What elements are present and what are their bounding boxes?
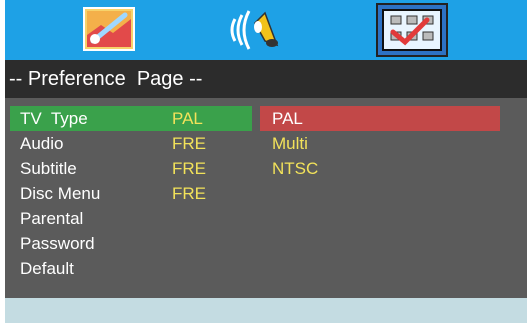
option-ntsc[interactable]: NTSC <box>260 156 500 181</box>
tv-type-options: PAL Multi NTSC <box>260 106 500 181</box>
menu-item-tv-type[interactable]: TV Type PAL <box>10 106 252 131</box>
footer-bar <box>5 298 527 323</box>
menu-item-label: Password <box>20 234 95 253</box>
menu-item-value: PAL <box>172 109 203 128</box>
menu-item-value: FRE <box>172 134 206 153</box>
speaker-audio-icon[interactable] <box>227 5 287 55</box>
option-multi[interactable]: Multi <box>260 131 500 156</box>
option-label: NTSC <box>272 159 319 178</box>
option-pal[interactable]: PAL <box>260 106 500 131</box>
option-label: PAL <box>272 109 303 128</box>
menu-item-subtitle[interactable]: Subtitle FRE <box>10 156 252 181</box>
menu-item-label: Audio <box>20 134 64 153</box>
menu-item-password[interactable]: Password <box>10 231 252 256</box>
menu-item-label: Disc Menu <box>20 184 101 203</box>
checklist-preference-icon[interactable] <box>373 2 453 57</box>
menu-item-default[interactable]: Default <box>10 256 252 281</box>
tab-bar <box>5 0 527 60</box>
menu-item-label: TV Type <box>20 109 88 128</box>
menu-item-disc-menu[interactable]: Disc Menu FRE <box>10 181 252 206</box>
option-label: Multi <box>272 134 308 153</box>
menu-item-label: Subtitle <box>20 159 77 178</box>
menu-item-value: FRE <box>172 184 206 203</box>
menu-item-parental[interactable]: Parental <box>10 206 252 231</box>
menu-item-label: Default <box>20 259 74 278</box>
menu-item-label: Parental <box>20 209 84 228</box>
menu-item-audio[interactable]: Audio FRE <box>10 131 252 156</box>
tools-picture-icon[interactable] <box>81 5 137 55</box>
page-title: -- Preference Page -- <box>5 60 527 98</box>
preference-menu: TV Type PAL Audio FRE Subtitle FRE Disc … <box>10 106 252 281</box>
menu-item-value: FRE <box>172 159 206 178</box>
osd-frame: -- Preference Page -- TV Type PAL Audio … <box>5 0 527 323</box>
